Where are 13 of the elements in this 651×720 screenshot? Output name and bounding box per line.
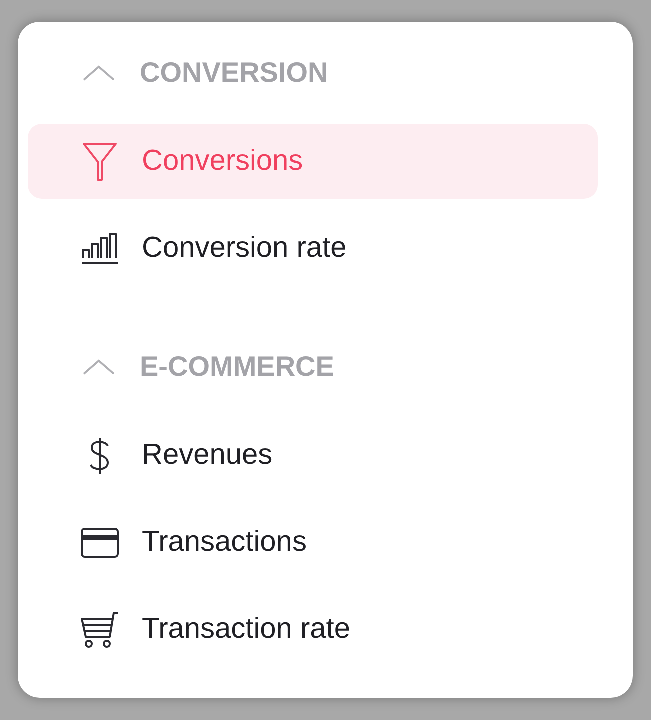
dollar-icon bbox=[88, 436, 112, 476]
funnel-icon bbox=[82, 142, 118, 182]
section-heading: CONVERSION bbox=[140, 56, 328, 90]
bar-chart-icon bbox=[80, 232, 120, 266]
section-heading: E-COMMERCE bbox=[140, 350, 334, 384]
cart-icon bbox=[80, 610, 120, 648]
menu-item[interactable]: Revenues bbox=[28, 418, 598, 493]
menu-item[interactable]: Transactions bbox=[28, 505, 598, 580]
menu-item[interactable]: Transaction rate bbox=[28, 592, 598, 667]
menu-item[interactable]: Conversion rate bbox=[28, 211, 598, 286]
credit-card-icon bbox=[80, 526, 120, 558]
chevron-up-icon[interactable] bbox=[82, 358, 116, 376]
chevron-up-icon[interactable] bbox=[82, 64, 116, 82]
